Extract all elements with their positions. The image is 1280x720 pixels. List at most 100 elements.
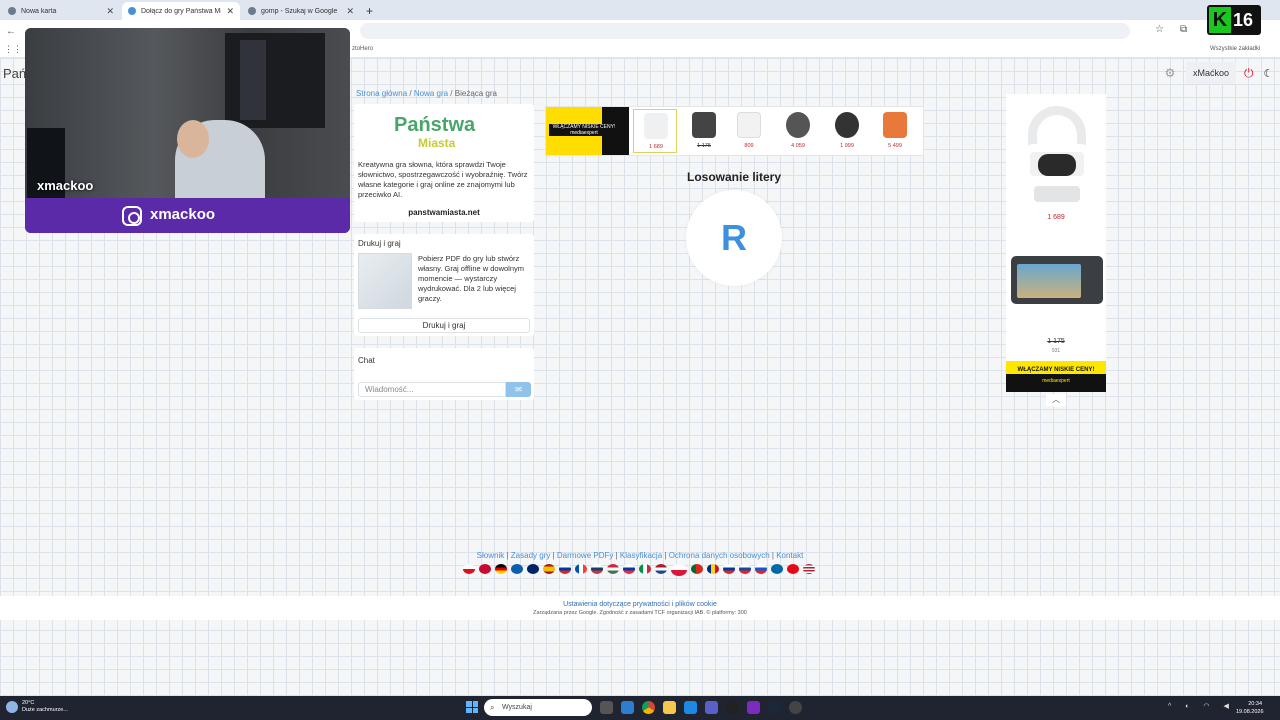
chrome-icon[interactable]: [642, 701, 655, 714]
headset-image: [644, 113, 668, 139]
print-button[interactable]: Drukuj i graj: [358, 318, 530, 333]
power-icon[interactable]: ⏻: [1244, 66, 1254, 81]
letter-draw-heading: Losowanie litery: [687, 170, 782, 184]
flag-icon[interactable]: [671, 564, 687, 576]
steam-icon[interactable]: [768, 701, 781, 714]
back-icon[interactable]: ←: [6, 26, 16, 37]
ad-product-phone[interactable]: 5 499: [873, 109, 917, 153]
ad-banner-top[interactable]: WŁĄCZAMY NISKIE CENY! mediaexpert 1 689 1…: [545, 106, 924, 156]
ad-product-purifier[interactable]: 809: [727, 109, 771, 153]
privacy-settings-link[interactable]: Ustawienia dotyczące prywatności i plikó…: [0, 601, 1280, 608]
flag-icon[interactable]: [495, 564, 507, 574]
footer-link-ranking[interactable]: Klasyfikacja: [620, 551, 662, 560]
chat-heading: Chat: [358, 356, 375, 365]
print-thumbnail: [358, 253, 412, 309]
flag-icon[interactable]: [771, 564, 783, 574]
system-tray[interactable]: ^ ◐ ◠ ◀: [1168, 702, 1235, 710]
channel-badge: K 16: [1207, 5, 1261, 35]
footer-link-contact[interactable]: Kontakt: [776, 551, 803, 560]
footer-link-dictionary[interactable]: Słownik: [477, 551, 505, 560]
breadcrumb-new-game[interactable]: Nowa gra: [414, 89, 448, 98]
taskbar-apps: [600, 701, 802, 714]
flag-icon[interactable]: [543, 564, 555, 574]
ad-promo-text: WŁĄCZAMY NISKIE CENY!: [1017, 367, 1095, 373]
clock[interactable]: 20:34 19.08.2026: [1236, 700, 1264, 716]
windows-start-icon[interactable]: [466, 701, 478, 713]
footer-link-pdfs[interactable]: Darmowe PDFy: [557, 551, 613, 560]
breadcrumb-home[interactable]: Strona główna: [356, 89, 407, 98]
watch-image: [835, 112, 859, 138]
flag-icon[interactable]: [511, 564, 523, 574]
flag-icon[interactable]: [787, 564, 799, 574]
folder-icon[interactable]: [663, 701, 676, 714]
flag-icon[interactable]: [739, 564, 751, 574]
flag-icon[interactable]: [691, 564, 703, 574]
twitch-icon[interactable]: [747, 701, 760, 714]
close-icon[interactable]: ✕: [226, 6, 234, 17]
flag-icon[interactable]: [463, 564, 475, 574]
chevron-up-icon[interactable]: ︿: [1046, 394, 1066, 406]
footer-link-rules[interactable]: Zasady gry: [511, 551, 551, 560]
new-tab-icon[interactable]: +: [366, 2, 373, 20]
close-icon[interactable]: ✕: [346, 6, 354, 17]
monitor-image: [1011, 256, 1103, 304]
logo-subtitle: Miasta: [418, 136, 456, 150]
headset-image: [1016, 100, 1098, 204]
streamer-name: xmackoo: [37, 178, 94, 193]
ad-promo-text: WŁĄCZAMY NISKIE CENY! mediaexpert: [549, 124, 619, 136]
ad-product-watch-2[interactable]: 1 999: [825, 109, 869, 153]
ad-product-headset[interactable]: 1 689: [633, 109, 677, 153]
taskbar-search[interactable]: ⌕ Wyszukaj: [484, 699, 592, 716]
widgets-icon[interactable]: [621, 701, 634, 714]
flag-icon[interactable]: [755, 564, 767, 574]
teams-icon[interactable]: [705, 701, 718, 714]
tab-new-tab[interactable]: Nowa karta ✕: [2, 2, 120, 20]
chat-message-input[interactable]: Wiadomość...: [358, 382, 506, 397]
obs-icon[interactable]: [789, 701, 802, 714]
flag-icon[interactable]: [655, 564, 667, 574]
logo: Państwa: [394, 114, 476, 136]
flag-icon[interactable]: [639, 564, 651, 574]
footer-link-privacy[interactable]: Ochrona danych osobowych: [669, 551, 770, 560]
flag-icon[interactable]: [607, 564, 619, 574]
url-field[interactable]: [360, 23, 1130, 39]
page-title: Pań: [3, 66, 27, 81]
ad-sidebar[interactable]: 1 689 1 175 931 WŁĄCZAMY NISKIE CENY! med…: [1006, 94, 1106, 392]
bookmark-item[interactable]: ztoHero: [352, 46, 373, 52]
close-icon[interactable]: ✕: [106, 6, 114, 17]
flag-icon[interactable]: [527, 564, 539, 574]
moon-icon[interactable]: ☾: [1264, 67, 1274, 80]
flag-icon[interactable]: [479, 564, 491, 574]
drawn-letter: R: [686, 190, 782, 286]
tab-panstwa-miasta[interactable]: Dołącz do gry Państwa Miasta ✕: [122, 2, 240, 20]
badge-number: 16: [1233, 10, 1254, 30]
send-icon[interactable]: ✉: [506, 382, 531, 397]
badge-logo: K: [1209, 7, 1231, 33]
gear-icon[interactable]: ⚙: [1160, 66, 1180, 80]
breadcrumb-current: Bieżąca gra: [454, 89, 497, 98]
apps-icon[interactable]: ⋮⋮: [4, 44, 22, 55]
instagram-icon: [122, 206, 142, 226]
monitor-image: [692, 112, 716, 138]
flag-icon[interactable]: [723, 564, 735, 574]
star-icon[interactable]: ☆: [1155, 24, 1164, 35]
mail-icon[interactable]: [684, 701, 697, 714]
old-price-sub: 931: [1051, 348, 1061, 354]
game-icon[interactable]: [726, 701, 739, 714]
tab-google-search[interactable]: gomp - Szukaj w Google ✕: [242, 2, 360, 20]
ad-product-watch[interactable]: 4 059: [776, 109, 820, 153]
flag-icon[interactable]: [591, 564, 603, 574]
task-view-icon[interactable]: [600, 701, 613, 714]
flag-icon[interactable]: [575, 564, 587, 574]
flag-icon[interactable]: [623, 564, 635, 574]
temperature: 20°C: [22, 700, 35, 706]
ad-promo: WŁĄCZAMY NISKIE CENY! mediaexpert: [546, 107, 629, 155]
flag-icon[interactable]: [559, 564, 571, 574]
all-bookmarks[interactable]: Wszystkie zakładki: [1210, 46, 1260, 52]
flag-icon[interactable]: [803, 564, 815, 574]
user-name[interactable]: xMaćkoo: [1186, 62, 1237, 84]
weather-widget[interactable]: 20°C Duże zachmurze...: [6, 700, 68, 714]
extensions-icon[interactable]: ⧉: [1180, 24, 1187, 35]
ad-product-monitor[interactable]: 1 175: [682, 109, 726, 153]
flag-icon[interactable]: [707, 564, 719, 574]
